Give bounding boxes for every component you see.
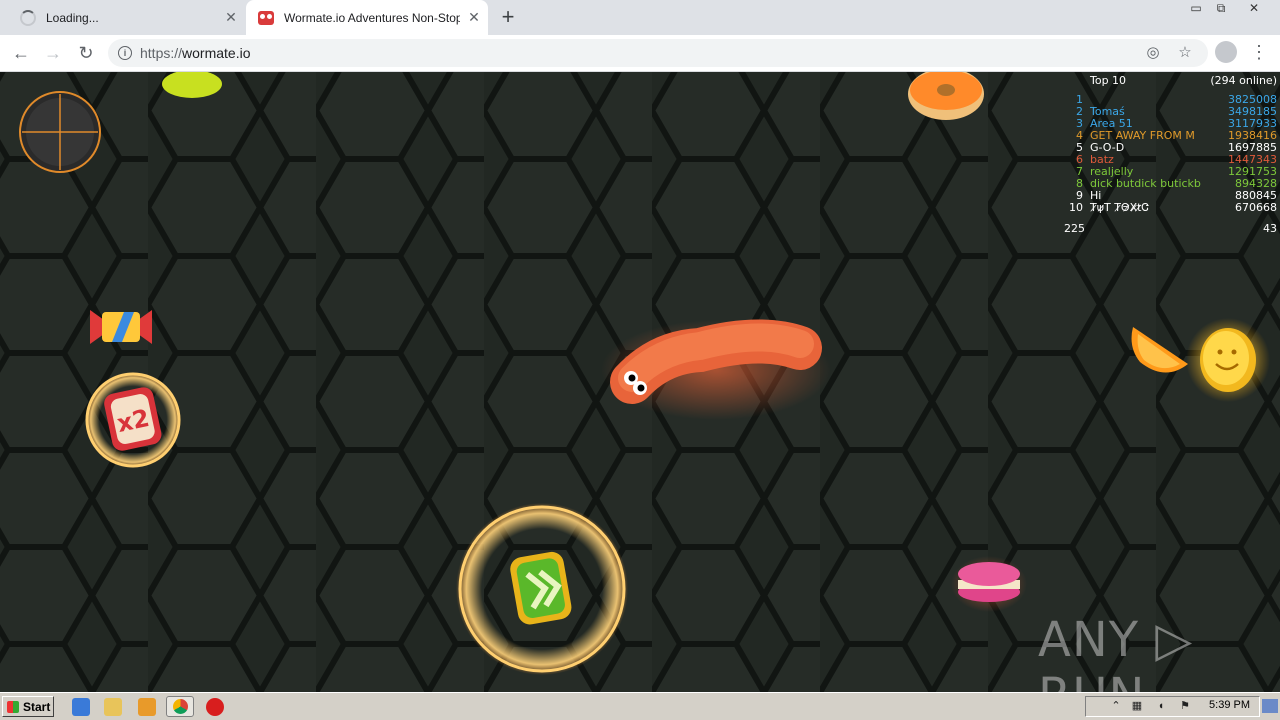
coin-food: [1186, 318, 1270, 402]
browser-toolbar: ← → ↻ i https://wormate.io ◎ ☆ ⋮: [0, 35, 1280, 72]
tray-expand-icon[interactable]: ⌃: [1109, 699, 1123, 713]
minimize-button[interactable]: ▭: [1185, 0, 1207, 18]
windows-taskbar: Start ⌃ ▦ ◖ ⚑ 5:39 PM: [0, 692, 1280, 720]
wormate-favicon-icon: [258, 10, 274, 25]
leaderboard-row: 10 T̷ψ̷T T̷Θ̷X̷t̷Ꮳ 670668: [1060, 202, 1280, 214]
new-tab-button[interactable]: +: [496, 6, 520, 30]
address-bar[interactable]: i https://wormate.io ◎ ☆: [108, 39, 1208, 67]
macaron-food: [951, 556, 1027, 612]
forward-arrow-icon[interactable]: →: [41, 41, 65, 65]
action-center-flag-icon[interactable]: ⚑: [1178, 699, 1192, 713]
tab-close-icon[interactable]: ✕: [460, 9, 488, 26]
speed-powerup: [456, 503, 628, 675]
loading-spinner-icon: [20, 9, 36, 26]
volume-icon[interactable]: ◖: [1154, 699, 1168, 713]
tab-title: Loading...: [46, 10, 99, 25]
start-button[interactable]: Start: [2, 696, 54, 717]
player-worm: [601, 319, 831, 420]
online-count: (294 online): [1210, 74, 1277, 87]
network-icon[interactable]: ▦: [1130, 699, 1144, 713]
tab-loading[interactable]: Loading... ✕: [0, 0, 245, 35]
chrome-menu-icon[interactable]: ⋮: [1250, 41, 1268, 65]
leaderboard-score: 670668: [1235, 201, 1277, 214]
restore-button[interactable]: ⧉: [1210, 0, 1232, 18]
player-score: 43: [1263, 222, 1277, 235]
anyrun-watermark: ANY ▷ RUN: [1038, 612, 1194, 692]
tab-strip: Loading... ✕ Wormate.io Adventures Non-S…: [0, 0, 1280, 35]
url-text: https://wormate.io: [140, 45, 251, 61]
tab-title: Wormate.io Adventures Non-Stop: [284, 10, 460, 25]
tab-wormate[interactable]: Wormate.io Adventures Non-Stop ✕: [246, 0, 488, 35]
reload-icon[interactable]: ↻: [74, 41, 98, 65]
leaderboard-rank: 10: [1069, 201, 1083, 214]
x2-powerup: x2: [85, 372, 181, 468]
leaderboard-name: T̷ψ̷T T̷Θ̷X̷t̷Ꮳ: [1090, 201, 1149, 214]
player-rank: 225: [1064, 222, 1085, 235]
game-canvas[interactable]: x2 Top 10 (294 online) 1 3825008 2 Tomaś…: [0, 72, 1280, 692]
location-icon[interactable]: ◎: [1143, 43, 1163, 63]
minimap: [19, 91, 101, 173]
leaderboard-name: dick butdick butickb: [1090, 177, 1201, 190]
site-info-icon[interactable]: i: [118, 46, 132, 60]
tab-close-icon[interactable]: ✕: [217, 9, 245, 26]
leaderboard-title: Top 10: [1090, 74, 1127, 87]
explorer-folder-icon[interactable]: [104, 698, 122, 716]
show-desktop-button[interactable]: [1262, 699, 1278, 713]
chrome-taskbar-button[interactable]: [166, 696, 194, 717]
bookmark-star-icon[interactable]: ☆: [1175, 43, 1195, 63]
close-window-button[interactable]: ✕: [1240, 0, 1268, 18]
taskbar-clock[interactable]: 5:39 PM: [1209, 699, 1250, 711]
back-arrow-icon[interactable]: ←: [9, 41, 33, 65]
media-player-icon[interactable]: [138, 698, 156, 716]
internet-explorer-icon[interactable]: [72, 698, 90, 716]
opera-icon[interactable]: [206, 698, 224, 716]
chrome-icon: [173, 699, 188, 714]
profile-avatar-icon[interactable]: [1215, 41, 1237, 63]
